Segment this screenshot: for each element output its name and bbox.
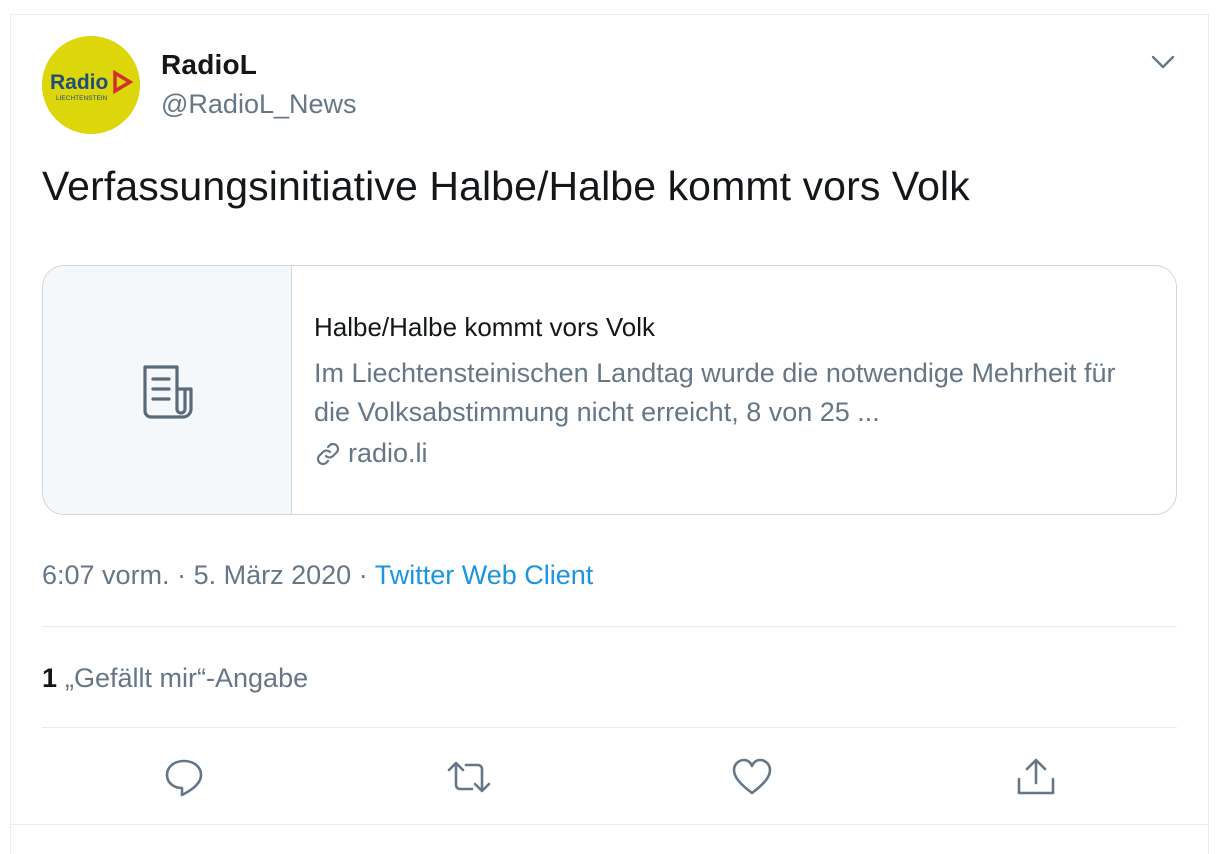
- card-domain-text: radio.li: [348, 438, 428, 468]
- heart-icon: [732, 758, 772, 795]
- divider: [42, 626, 1177, 627]
- link-icon: [316, 442, 340, 465]
- like-button[interactable]: [730, 755, 774, 799]
- divider: [42, 727, 1177, 728]
- card-domain: radio.li: [314, 438, 428, 469]
- retweet-icon: [447, 761, 491, 793]
- tweet-date[interactable]: 5. März 2020: [194, 560, 352, 590]
- likes-count: 1: [42, 663, 58, 693]
- author-name[interactable]: RadioL: [161, 49, 257, 81]
- card-description: Im Liechtensteinischen Landtag wurde die…: [314, 358, 1116, 427]
- reply-icon: [165, 759, 203, 797]
- avatar-logo-subtext: LIECHTENSTEIN: [56, 95, 108, 102]
- tweet-time[interactable]: 6:07 vorm.: [42, 560, 170, 590]
- share-button[interactable]: [1014, 755, 1058, 799]
- meta-separator: ·: [358, 560, 368, 590]
- tweet-source-link[interactable]: Twitter Web Client: [375, 560, 594, 590]
- card-title: Halbe/Halbe kommt vors Volk: [314, 312, 656, 342]
- tweet-container: Radio LIECHTENSTEIN RadioL @RadioL_News …: [10, 14, 1209, 854]
- chevron-down-icon[interactable]: [1149, 49, 1177, 73]
- share-icon: [1017, 758, 1055, 795]
- avatar-logo-text: Radio: [50, 71, 108, 94]
- retweet-button[interactable]: [445, 755, 491, 799]
- avatar[interactable]: Radio LIECHTENSTEIN: [42, 36, 140, 134]
- link-card[interactable]: Halbe/Halbe kommt vors Volk Im Liechtens…: [42, 265, 1177, 515]
- card-thumbnail: [43, 266, 292, 514]
- meta-separator: ·: [177, 560, 187, 590]
- tweet-text: Verfassungsinitiative Halbe/Halbe kommt …: [42, 163, 970, 209]
- document-icon: [143, 365, 193, 419]
- author-handle[interactable]: @RadioL_News: [161, 89, 357, 120]
- likes-stat[interactable]: 1 „Gefällt mir“-Angabe: [42, 663, 308, 694]
- likes-label: „Gefällt mir“-Angabe: [65, 663, 309, 693]
- reply-button[interactable]: [162, 755, 206, 799]
- divider: [10, 824, 1209, 825]
- tweet-meta: 6:07 vorm. · 5. März 2020 · Twitter Web …: [42, 560, 593, 591]
